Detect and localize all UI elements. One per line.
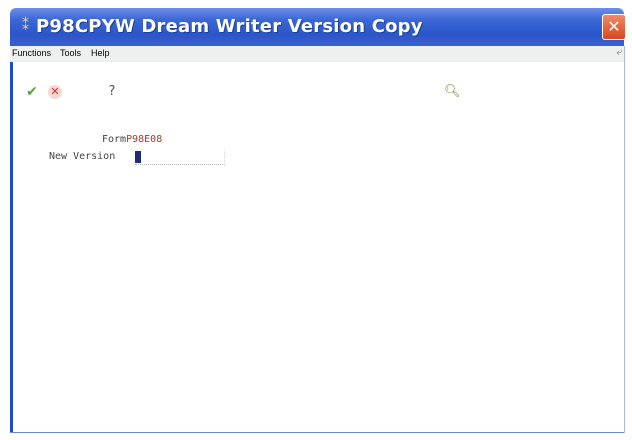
help-button[interactable]: ?	[104, 84, 120, 100]
menu-bar: Functions Tools Help ⤶	[10, 46, 624, 63]
window-right-border	[624, 46, 625, 433]
form-code: P98E08	[126, 134, 163, 145]
menubar-restore-icon[interactable]: ⤶	[616, 47, 622, 58]
form-id-label: FormP98E08	[102, 134, 162, 145]
menu-help[interactable]: Help	[91, 48, 110, 58]
window-bottom-border	[10, 432, 624, 433]
close-icon: ✕	[607, 17, 621, 36]
menu-tools[interactable]: Tools	[60, 48, 81, 58]
new-version-label: New Version	[49, 151, 116, 162]
window-title: P98CPYW Dream Writer Version Copy	[36, 16, 423, 37]
ok-button[interactable]: ✔	[24, 84, 40, 100]
text-cursor	[135, 151, 141, 163]
menu-functions[interactable]: Functions	[12, 48, 51, 58]
dream-writer-window: ⁑ P98CPYW Dream Writer Version Copy ✕ Fu…	[0, 0, 632, 440]
search-button[interactable]: 🔍︎	[444, 84, 461, 100]
title-bar[interactable]: ⁑ P98CPYW Dream Writer Version Copy ✕	[10, 8, 626, 46]
form-prefix: Form	[102, 134, 127, 145]
close-button[interactable]: ✕	[602, 14, 626, 40]
cancel-button[interactable]: ✕	[48, 85, 62, 99]
program-icon: ⁑	[22, 18, 29, 34]
new-version-input[interactable]	[135, 150, 225, 165]
form-body	[10, 62, 627, 432]
